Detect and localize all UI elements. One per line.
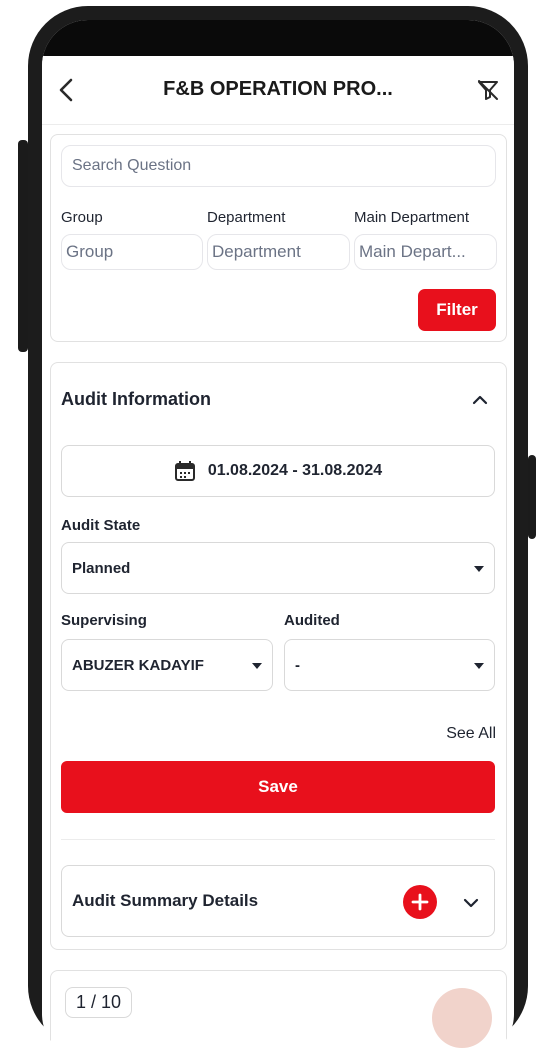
chevron-down-icon <box>463 898 479 908</box>
audit-state-value: Planned <box>72 559 131 577</box>
audit-information-title: Audit Information <box>61 389 211 409</box>
volume-button <box>18 140 28 352</box>
audited-label: Audited <box>284 612 340 629</box>
power-button <box>528 455 536 539</box>
filter-button[interactable]: Filter <box>418 289 496 331</box>
filter-card: Search Question Group Department Main De… <box>50 134 507 342</box>
floating-action-button[interactable] <box>432 988 492 1048</box>
phone-screen: F&B OPERATION PRO... Search Question Gro… <box>42 20 514 1060</box>
chevron-up-icon <box>472 395 488 405</box>
department-label: Department <box>207 209 286 226</box>
audit-summary-title: Audit Summary Details <box>72 891 259 910</box>
clear-filter-button[interactable] <box>476 78 500 102</box>
calendar-icon <box>174 461 195 481</box>
collapse-toggle[interactable] <box>469 390 491 408</box>
page-indicator: 1 / 10 <box>65 987 133 1018</box>
audit-state-select[interactable]: Planned <box>61 542 495 594</box>
app-header: F&B OPERATION PRO... <box>42 56 514 125</box>
supervising-label: Supervising <box>61 612 147 629</box>
audited-select[interactable]: - <box>284 639 495 691</box>
see-all-link[interactable]: See All <box>446 725 496 743</box>
caret-down-icon <box>252 663 262 669</box>
add-summary-button[interactable] <box>403 885 437 919</box>
save-button[interactable]: Save <box>61 761 495 813</box>
plus-icon <box>411 893 429 911</box>
audited-value: - <box>295 656 300 674</box>
group-input[interactable]: Group <box>61 234 203 270</box>
audit-state-label: Audit State <box>61 517 141 534</box>
supervising-value: ABUZER KADAYIF <box>72 656 204 674</box>
chevron-left-icon <box>59 78 73 102</box>
audit-summary-details-row[interactable]: Audit Summary Details <box>61 865 495 937</box>
section-divider <box>61 839 495 840</box>
date-range-picker[interactable]: 01.08.2024 - 31.08.2024 <box>61 445 495 497</box>
caret-down-icon <box>474 566 484 572</box>
caret-down-icon <box>474 663 484 669</box>
group-label: Group <box>61 209 103 226</box>
audit-information-card: Audit Information 01.08.2024 - 31.08.202… <box>50 362 507 950</box>
supervising-select[interactable]: ABUZER KADAYIF <box>61 639 273 691</box>
department-input[interactable]: Department <box>207 234 350 270</box>
page-title: F&B OPERATION PRO... <box>163 78 393 100</box>
back-button[interactable] <box>54 76 80 104</box>
filter-off-icon <box>478 80 498 100</box>
date-range-text: 01.08.2024 - 31.08.2024 <box>207 462 383 479</box>
expand-toggle[interactable] <box>460 894 482 912</box>
search-input[interactable]: Search Question <box>61 145 496 187</box>
status-bar <box>42 20 514 56</box>
main-department-input[interactable]: Main Depart... <box>354 234 497 270</box>
main-department-label: Main Department <box>354 209 470 226</box>
